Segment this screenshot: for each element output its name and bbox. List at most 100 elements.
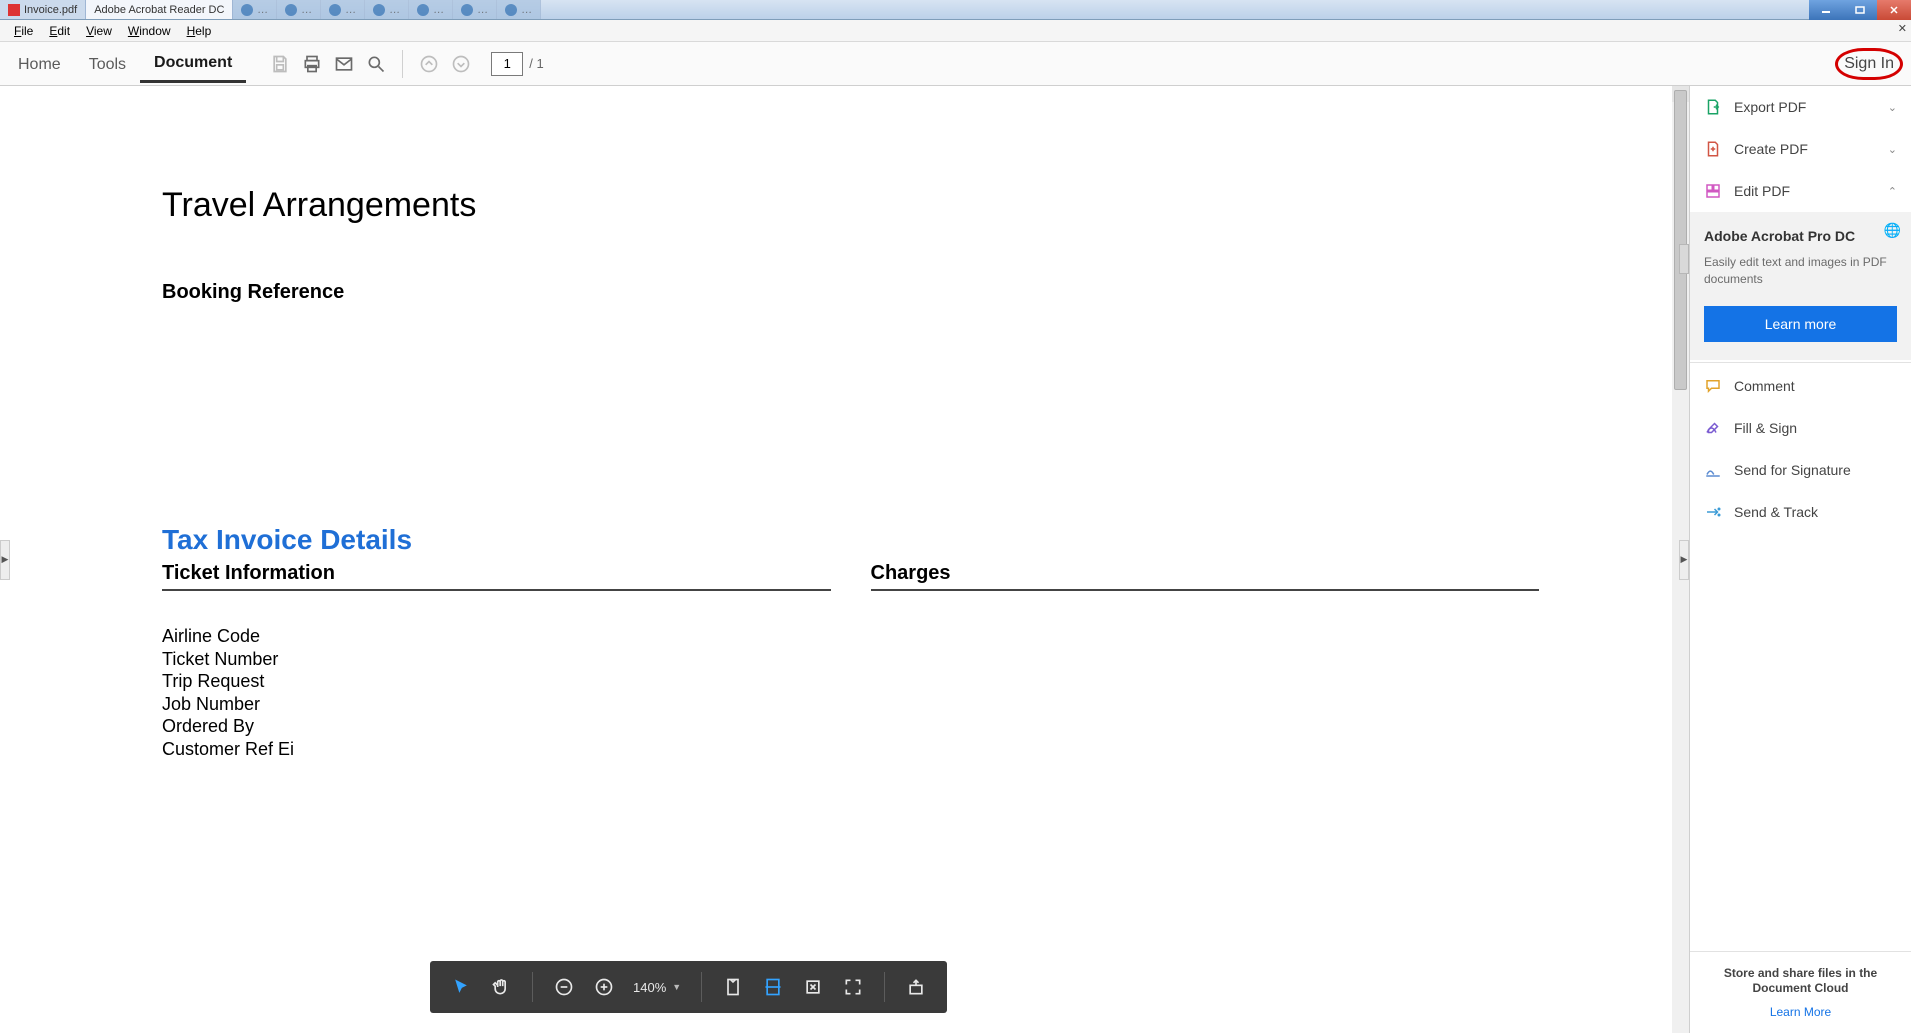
edit-pdf-icon [1704,182,1722,200]
export-pdf-icon [1704,98,1722,116]
panel-text: Easily edit text and images in PDF docum… [1704,254,1897,288]
tool-edit-pdf[interactable]: Edit PDF ⌃ [1690,170,1911,212]
create-pdf-icon [1704,140,1722,158]
left-pane-toggle[interactable]: ▶ [0,540,10,580]
favicon-icon [461,4,473,16]
zoom-in-icon[interactable] [587,970,621,1004]
zoom-level-dropdown[interactable]: 140% ▼ [627,976,687,999]
right-pane-toggle[interactable]: ▶ [1679,540,1689,580]
send-track-icon [1704,503,1722,521]
page-number-input[interactable] [491,52,523,76]
scroll-grip-icon[interactable] [1679,244,1689,274]
background-browser-tab[interactable]: … [409,0,453,19]
tool-label: Send for Signature [1734,462,1851,478]
main-area: ▶ Travel Arrangements Booking Reference … [0,86,1911,1033]
section-ticket-info: Ticket Information [162,562,831,591]
tool-label: Export PDF [1734,99,1806,115]
send-signature-icon [1704,461,1722,479]
tools-pane: Export PDF ⌄ Create PDF ⌄ Edit PDF ⌃ 🌐 A… [1689,86,1911,1033]
chevron-up-icon: ⌃ [1888,185,1897,198]
zoom-out-icon[interactable] [547,970,581,1004]
section-charges: Charges [871,562,1540,591]
background-browser-tab[interactable]: … [497,0,541,19]
view-controls-toolbar: 140% ▼ [430,961,947,1013]
window-tab-acrobat[interactable]: Adobe Acrobat Reader DC [86,0,233,19]
fullscreen-icon[interactable] [836,970,870,1004]
chevron-down-icon: ▼ [672,982,681,992]
window-close-button[interactable] [1877,0,1911,20]
background-browser-tab[interactable]: … [233,0,277,19]
background-browser-tab[interactable]: … [321,0,365,19]
learn-more-button[interactable]: Learn more [1704,306,1897,342]
nav-home[interactable]: Home [4,46,75,82]
tool-label: Create PDF [1734,141,1808,157]
window-maximize-button[interactable] [1843,0,1877,20]
footer-learn-more-link[interactable]: Learn More [1702,1005,1899,1019]
background-browser-tab[interactable]: … [365,0,409,19]
fill-sign-icon [1704,419,1722,437]
window-tab-invoice[interactable]: Invoice.pdf [0,0,86,19]
favicon-icon [373,4,385,16]
window-minimize-button[interactable] [1809,0,1843,20]
ticket-fields: Airline Code Ticket Number Trip Request … [162,625,831,760]
menu-edit[interactable]: Edit [41,22,78,40]
globe-icon: 🌐 [1884,222,1901,239]
page-total: / 1 [529,56,543,71]
favicon-icon [417,4,429,16]
footer-text: Store and share files in the Document Cl… [1702,966,1899,997]
tool-export-pdf[interactable]: Export PDF ⌄ [1690,86,1911,128]
menu-file[interactable]: File [6,22,41,40]
window-controls [1809,0,1911,19]
favicon-icon [505,4,517,16]
nav-tools[interactable]: Tools [75,46,140,82]
field-label: Job Number [162,693,831,716]
background-browser-tab[interactable]: … [453,0,497,19]
fit-visible-icon[interactable] [796,970,830,1004]
pdf-icon [8,4,20,16]
menu-help[interactable]: Help [179,22,220,40]
tab-label: Adobe Acrobat Reader DC [94,4,224,16]
document-viewer[interactable]: ▶ Travel Arrangements Booking Reference … [0,86,1689,1033]
background-browser-tab[interactable]: … [277,0,321,19]
favicon-icon [329,4,341,16]
search-icon[interactable] [360,48,392,80]
scroll-thumb[interactable] [1674,90,1687,390]
doc-title: Travel Arrangements [162,186,1539,225]
fit-page-icon[interactable] [716,970,750,1004]
field-label: Trip Request [162,670,831,693]
print-icon[interactable] [296,48,328,80]
edit-pdf-panel: 🌐 Adobe Acrobat Pro DC Easily edit text … [1690,212,1911,360]
hand-tool-icon[interactable] [484,970,518,1004]
comment-icon [1704,377,1722,395]
tool-create-pdf[interactable]: Create PDF ⌄ [1690,128,1911,170]
tool-label: Edit PDF [1734,183,1790,199]
fit-width-icon[interactable] [756,970,790,1004]
window-titlebar: Invoice.pdf Adobe Acrobat Reader DC … … … [0,0,1911,20]
page-up-icon [413,48,445,80]
tool-label: Comment [1734,378,1795,394]
tool-comment[interactable]: Comment [1690,365,1911,407]
pdf-page: Travel Arrangements Booking Reference Ta… [12,86,1689,760]
read-mode-icon[interactable] [899,970,933,1004]
tool-label: Send & Track [1734,504,1818,520]
doc-subtitle: Booking Reference [162,281,1539,304]
menu-view[interactable]: View [78,22,120,40]
field-label: Customer Ref Ei [162,738,831,761]
tab-label: Invoice.pdf [24,4,77,16]
tool-send-signature[interactable]: Send for Signature [1690,449,1911,491]
sign-in-button[interactable]: Sign In [1835,48,1903,80]
email-icon[interactable] [328,48,360,80]
page-down-icon [445,48,477,80]
document-close-button[interactable]: ✕ [1898,22,1907,35]
chevron-down-icon: ⌄ [1888,143,1897,156]
nav-document[interactable]: Document [140,44,246,83]
tool-fill-sign[interactable]: Fill & Sign [1690,407,1911,449]
tool-send-track[interactable]: Send & Track [1690,491,1911,533]
tool-label: Fill & Sign [1734,420,1797,436]
selection-tool-icon[interactable] [444,970,478,1004]
tax-invoice-title: Tax Invoice Details [162,524,1539,556]
menubar: File Edit View Window Help ✕ [0,20,1911,42]
field-label: Airline Code [162,625,831,648]
menu-window[interactable]: Window [120,22,179,40]
save-icon [264,48,296,80]
